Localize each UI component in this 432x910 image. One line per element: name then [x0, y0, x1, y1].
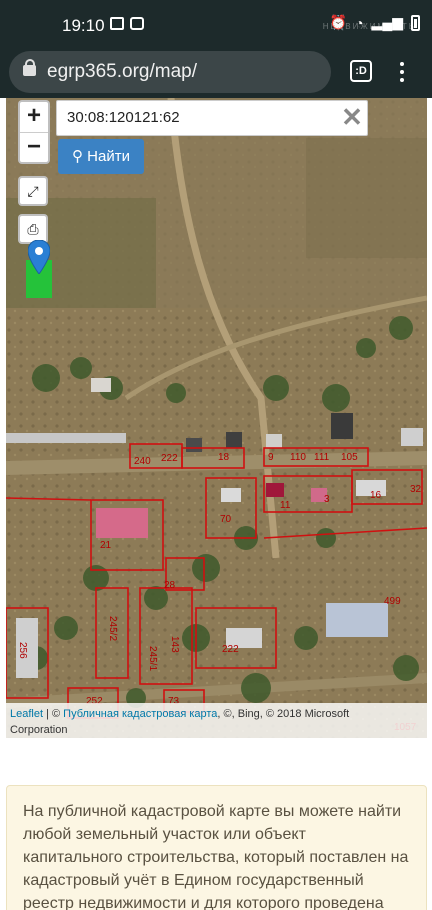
parcel-label: 28: [164, 580, 176, 591]
signal-icon: ▂▄▆: [371, 14, 403, 30]
parcel-label: 245/2: [107, 616, 118, 641]
search-icon: ⚲: [72, 148, 83, 165]
leaflet-link[interactable]: Leaflet: [10, 708, 43, 720]
parcel-label: 499: [384, 596, 401, 607]
clock: 19:10: [62, 16, 105, 35]
browser-menu-button[interactable]: [398, 60, 406, 84]
search-button[interactable]: ⚲ Найти: [58, 139, 144, 174]
zoom-control: + −: [18, 100, 50, 164]
search-button-label: Найти: [87, 148, 130, 165]
map-marker-icon[interactable]: [28, 240, 50, 274]
parcel-label: 9: [268, 452, 274, 463]
parcel-label: 105: [341, 452, 358, 463]
address-bar[interactable]: egrp365.org/map/: [9, 51, 331, 93]
zoom-in-button[interactable]: +: [20, 102, 48, 132]
cadastral-search-input[interactable]: 30:08:120121:62: [56, 100, 368, 136]
tab-switcher-button[interactable]: :D: [350, 60, 372, 82]
parcel-label: 222: [161, 453, 178, 464]
parcel-label: 240: [134, 456, 151, 467]
status-icons: ⏰ ◔ ▂▄▆: [330, 14, 420, 31]
pkk-link[interactable]: Публичная кадастровая карта: [63, 708, 217, 720]
wifi-icon: ◔: [355, 14, 364, 31]
fullscreen-button[interactable]: ⤢: [18, 176, 48, 206]
parcel-label: 21: [100, 540, 112, 551]
battery-icon: [411, 14, 420, 31]
expand-icon: ⤢: [27, 183, 39, 199]
parcel-label: 18: [218, 452, 230, 463]
satellite-imagery: 240 222 18 9 110 111 105 11 3 16 32 70 2…: [6, 98, 427, 738]
map-attribution: Leaflet | © Публичная кадастровая карта,…: [6, 703, 427, 738]
map-view[interactable]: 240 222 18 9 110 111 105 11 3 16 32 70 2…: [6, 98, 427, 738]
clear-icon[interactable]: ✕: [338, 104, 366, 132]
parcel-label: 11: [280, 500, 291, 511]
parcel-label: 222: [222, 644, 239, 655]
info-text: На публичной кадастровой карте вы можете…: [23, 803, 409, 910]
parcel-label: 110: [290, 452, 306, 463]
parcel-label: 143: [169, 636, 180, 653]
parcel-label: 16: [370, 490, 382, 501]
parcel-label: 3: [324, 494, 330, 505]
browser-toolbar: egrp365.org/map/ :D: [0, 48, 432, 98]
url-text: egrp365.org/map/: [47, 61, 197, 82]
lock-icon: [23, 59, 36, 76]
image-notification-icon: [110, 17, 124, 30]
printer-icon: ⎙: [27, 221, 39, 237]
parcel-label: 111: [314, 452, 330, 463]
info-panel: На публичной кадастровой карте вы можете…: [6, 785, 427, 910]
alarm-icon: ⏰: [329, 14, 348, 30]
zoom-out-button[interactable]: −: [20, 132, 48, 162]
parcel-label: 256: [17, 642, 28, 659]
status-bar: 19:10 НЕДВИЖИМОСТЬ ⏰ ◔ ▂▄▆: [0, 0, 432, 48]
parcel-label: 32: [410, 484, 422, 495]
parcel-label: 245/1: [147, 646, 158, 671]
parcel-label: 70: [220, 514, 232, 525]
app-notification-icon: [130, 17, 144, 30]
